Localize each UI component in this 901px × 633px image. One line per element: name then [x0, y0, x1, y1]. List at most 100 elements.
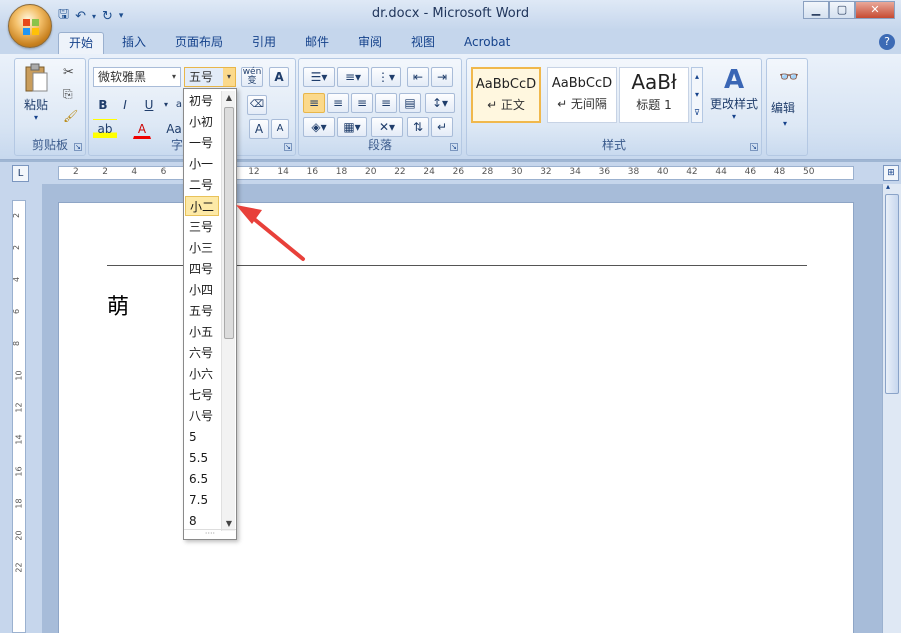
vruler-tick: 18: [14, 498, 24, 509]
numbering-icon[interactable]: ≡▾: [337, 67, 369, 87]
font-size-option[interactable]: 8: [185, 511, 219, 531]
bold-button[interactable]: B: [93, 95, 113, 115]
office-button[interactable]: [8, 4, 52, 48]
tab-home[interactable]: 开始: [58, 32, 105, 54]
font-size-option[interactable]: 初号: [185, 91, 219, 111]
scroll-up-icon[interactable]: ▲: [222, 91, 236, 105]
binoculars-icon: 👓: [779, 67, 799, 86]
bullets-icon[interactable]: ☰▾: [303, 67, 335, 87]
font-size-option[interactable]: 五号: [185, 301, 219, 321]
style-heading-1[interactable]: AaBł 标题 1: [619, 67, 689, 123]
align-left-icon[interactable]: ≡: [303, 93, 325, 113]
vruler-tick: 20: [14, 530, 24, 541]
chevron-down-icon[interactable]: ▾: [223, 68, 235, 86]
font-size-option[interactable]: 小五: [185, 322, 219, 342]
dropdown-scrollbar[interactable]: ▲ ▼: [221, 91, 235, 531]
vruler-tick: 10: [14, 370, 24, 381]
dropdown-scroll-thumb[interactable]: [224, 107, 234, 339]
font-size-option[interactable]: 7.5: [185, 490, 219, 510]
char-border-button[interactable]: A: [269, 67, 289, 87]
styles-scroll[interactable]: ▴ ▾ ⊽: [691, 67, 703, 123]
borders-icon[interactable]: ▦▾: [337, 117, 367, 137]
view-ruler-icon[interactable]: ⊞: [883, 165, 899, 181]
phonetic-guide-button[interactable]: wén 变: [241, 67, 263, 87]
font-size-option[interactable]: 小二: [185, 196, 219, 216]
font-size-option[interactable]: 六号: [185, 343, 219, 363]
tab-view[interactable]: 视图: [411, 32, 435, 54]
vruler-tick: 16: [14, 466, 24, 477]
vertical-ruler[interactable]: 2 2 4 6 8 10 12 14 16 18 20 22: [12, 200, 26, 633]
paste-label: 粘贴: [23, 98, 48, 112]
underline-dropdown-icon[interactable]: ▾: [161, 95, 171, 115]
shading-icon[interactable]: ◈▾: [303, 117, 335, 137]
copy-icon[interactable]: ⎘: [63, 87, 73, 102]
font-size-option[interactable]: 6.5: [185, 469, 219, 489]
editing-group[interactable]: 👓 编辑 ▾: [766, 58, 808, 156]
show-marks-icon[interactable]: ↵: [431, 117, 453, 137]
change-styles-button[interactable]: A 更改样式 ▾: [707, 65, 761, 135]
font-size-option[interactable]: 四号: [185, 259, 219, 279]
ruler-tick: 20: [365, 167, 377, 177]
font-size-option[interactable]: 七号: [185, 385, 219, 405]
line-spacing-icon[interactable]: ↕▾: [425, 93, 455, 113]
minimize-button[interactable]: ▁: [803, 1, 829, 19]
styles-launcher-icon[interactable]: ↘: [750, 143, 758, 151]
ruler-tick: 22: [394, 167, 406, 177]
italic-button[interactable]: I: [115, 95, 135, 115]
vruler-tick: 6: [12, 308, 22, 315]
close-button[interactable]: ✕: [855, 1, 895, 19]
paste-button[interactable]: 粘贴 ▾: [21, 63, 51, 123]
window-controls: ▁ ▢ ✕: [803, 1, 895, 19]
vruler-tick: 12: [14, 402, 24, 413]
font-size-combo[interactable]: 五号 ▾: [184, 67, 236, 87]
ruler-tick: 24: [423, 167, 435, 177]
tab-acrobat[interactable]: Acrobat: [464, 32, 510, 54]
font-size-option[interactable]: 小四: [185, 280, 219, 300]
watermark-logo: Bai du 经验: [685, 572, 851, 605]
scroll-up-icon[interactable]: ▴: [886, 182, 890, 191]
format-painter-icon[interactable]: 🖌: [63, 109, 78, 123]
font-size-option[interactable]: 三号: [185, 217, 219, 237]
font-launcher-icon[interactable]: ↘: [284, 143, 292, 151]
clipboard-launcher-icon[interactable]: ↘: [74, 143, 82, 151]
font-size-option[interactable]: 小三: [185, 238, 219, 258]
distributed-icon[interactable]: ▤: [399, 93, 421, 113]
font-size-option[interactable]: 5.5: [185, 448, 219, 468]
font-name-combo[interactable]: 微软雅黑 ▾: [93, 67, 181, 87]
style-no-spacing[interactable]: AaBbCcD ↵ 无间隔: [547, 67, 617, 123]
help-icon[interactable]: ?: [879, 34, 895, 50]
clear-formatting-icon[interactable]: ⌫: [247, 95, 267, 115]
ruler-tick: 30: [511, 167, 523, 177]
vertical-scrollbar[interactable]: ▴: [882, 182, 901, 633]
align-center-icon[interactable]: ≡: [327, 93, 349, 113]
scrollbar-thumb[interactable]: [885, 194, 899, 394]
paragraph-launcher-icon[interactable]: ↘: [450, 143, 458, 151]
font-size-option[interactable]: 小初: [185, 112, 219, 132]
tab-selector[interactable]: L: [12, 165, 29, 182]
font-size-option[interactable]: 5: [185, 427, 219, 447]
ruler-tick: 28: [481, 167, 494, 177]
multilevel-list-icon[interactable]: ⋮▾: [371, 67, 401, 87]
decrease-indent-icon[interactable]: ⇤: [407, 67, 429, 87]
underline-button[interactable]: U: [139, 95, 159, 115]
justify-icon[interactable]: ≡: [375, 93, 397, 113]
tab-page-layout[interactable]: 页面布局: [175, 32, 223, 54]
font-size-option[interactable]: 小一: [185, 154, 219, 174]
font-size-option[interactable]: 小六: [185, 364, 219, 384]
horizontal-ruler[interactable]: 2246810121416182022242628303234363840424…: [58, 166, 854, 180]
chinese-layout-icon[interactable]: ✕▾: [371, 117, 403, 137]
font-size-option[interactable]: 二号: [185, 175, 219, 195]
tab-references[interactable]: 引用: [252, 32, 276, 54]
increase-indent-icon[interactable]: ⇥: [431, 67, 453, 87]
cut-icon[interactable]: ✂: [63, 65, 74, 80]
style-normal[interactable]: AaBbCcD ↵ 正文: [471, 67, 541, 123]
maximize-button[interactable]: ▢: [829, 1, 855, 19]
tab-insert[interactable]: 插入: [122, 32, 146, 54]
sort-icon[interactable]: ⇅: [407, 117, 429, 137]
tab-mailings[interactable]: 邮件: [305, 32, 329, 54]
ruler-tick: 12: [248, 167, 260, 177]
font-size-option[interactable]: 一号: [185, 133, 219, 153]
tab-review[interactable]: 审阅: [358, 32, 382, 54]
font-size-option[interactable]: 八号: [185, 406, 219, 426]
align-right-icon[interactable]: ≡: [351, 93, 373, 113]
